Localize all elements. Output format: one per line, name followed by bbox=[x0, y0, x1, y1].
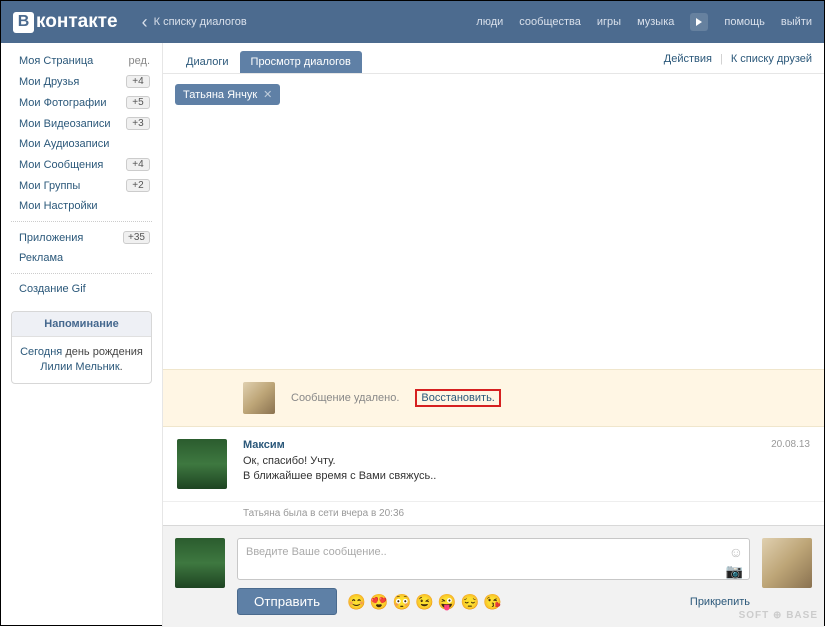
avatar-self[interactable] bbox=[175, 538, 225, 588]
reminder-box: Напоминание Сегодня день рождения Лилии … bbox=[11, 311, 152, 384]
emoji-icon[interactable]: 😍 bbox=[370, 593, 389, 611]
emoji-row: 😊 😍 😳 😉 😜 😔 😘 bbox=[347, 593, 502, 611]
user-chip: Татьяна Янчук ✕ bbox=[175, 84, 280, 105]
sidebar-item-gif[interactable]: Создание Gif bbox=[1, 279, 162, 299]
emoji-icon[interactable]: 😉 bbox=[415, 593, 434, 611]
last-seen: Татьяна была в сети вчера в 20:36 bbox=[163, 501, 824, 525]
author-link[interactable]: Максим bbox=[243, 439, 285, 451]
attach-link[interactable]: Прикрепить bbox=[690, 596, 750, 608]
logo-icon: В bbox=[13, 12, 34, 33]
today-link[interactable]: Сегодня bbox=[20, 346, 62, 358]
back-to-dialogs-link[interactable]: К списку диалогов bbox=[142, 12, 247, 33]
emoji-icon[interactable]: 😳 bbox=[392, 593, 411, 611]
emoji-icon[interactable]: 😔 bbox=[461, 593, 480, 611]
logo-text: контакте bbox=[36, 11, 118, 33]
smile-icon[interactable]: ☺ bbox=[729, 544, 743, 560]
logo[interactable]: В контакте bbox=[13, 11, 118, 33]
sidebar-item-messages[interactable]: Мои Сообщения+4 bbox=[1, 154, 162, 175]
topbar: В контакте К списку диалогов люди сообще… bbox=[1, 1, 824, 43]
nav-games[interactable]: игры bbox=[597, 16, 621, 28]
tab-dialogs[interactable]: Диалоги bbox=[175, 51, 240, 73]
message-area: Сообщение удалено. Восстановить. Максим … bbox=[163, 115, 824, 627]
nav-music[interactable]: музыка bbox=[637, 16, 674, 28]
separator bbox=[11, 273, 152, 274]
play-button[interactable] bbox=[690, 13, 708, 31]
sidebar-item-audio[interactable]: Мои Аудиозаписи bbox=[1, 134, 162, 154]
badge: +3 bbox=[126, 117, 150, 130]
nav-help[interactable]: помощь bbox=[724, 16, 765, 28]
sidebar: Моя Страницаред. Мои Друзья+4 Мои Фотогр… bbox=[1, 43, 163, 627]
tabs-row: Диалоги Просмотр диалогов Действия | К с… bbox=[163, 43, 824, 74]
sidebar-item-photos[interactable]: Мои Фотографии+5 bbox=[1, 92, 162, 113]
sidebar-item-groups[interactable]: Мои Группы+2 bbox=[1, 175, 162, 196]
person-link[interactable]: Лилии Мельник bbox=[40, 361, 119, 373]
actions-link[interactable]: Действия bbox=[664, 53, 712, 65]
badge: +4 bbox=[126, 158, 150, 171]
reminder-body: Сегодня день рождения Лилии Мельник. bbox=[12, 337, 151, 383]
emoji-icon[interactable]: 😊 bbox=[347, 593, 366, 611]
top-nav: люди сообщества игры музыка помощь выйти bbox=[476, 13, 812, 31]
separator: | bbox=[720, 53, 723, 65]
avatar[interactable] bbox=[177, 439, 227, 489]
nav-communities[interactable]: сообщества bbox=[519, 16, 581, 28]
badge: +5 bbox=[126, 96, 150, 109]
camera-icon[interactable]: 📷 bbox=[726, 563, 743, 580]
watermark: SOFT ⊕ BASE bbox=[739, 610, 818, 621]
tab-dialog-view[interactable]: Просмотр диалогов bbox=[240, 51, 362, 73]
edit-link[interactable]: ред. bbox=[129, 55, 150, 67]
sidebar-item-ads[interactable]: Реклама bbox=[1, 248, 162, 268]
avatar-tiny bbox=[243, 382, 275, 414]
deleted-text: Сообщение удалено. bbox=[291, 392, 399, 404]
badge: +2 bbox=[126, 179, 150, 192]
chip-row: Татьяна Янчук ✕ bbox=[163, 74, 824, 115]
avatar-peer[interactable] bbox=[762, 538, 812, 588]
main-pane: Диалоги Просмотр диалогов Действия | К с… bbox=[163, 43, 824, 627]
badge: +35 bbox=[123, 231, 150, 244]
sidebar-item-videos[interactable]: Мои Видеозаписи+3 bbox=[1, 113, 162, 134]
friends-list-link[interactable]: К списку друзей bbox=[731, 53, 812, 65]
chip-label: Татьяна Янчук bbox=[183, 89, 257, 101]
deleted-message-row: Сообщение удалено. Восстановить. bbox=[163, 369, 824, 427]
reminder-title: Напоминание bbox=[12, 312, 151, 337]
restore-link[interactable]: Восстановить. bbox=[415, 389, 501, 407]
sidebar-item-mypage[interactable]: Моя Страницаред. bbox=[1, 51, 162, 71]
emoji-icon[interactable]: 😘 bbox=[483, 593, 502, 611]
play-icon bbox=[696, 18, 702, 26]
message-input[interactable]: Введите Ваше сообщение.. bbox=[237, 538, 750, 580]
sidebar-item-apps[interactable]: Приложения+35 bbox=[1, 227, 162, 248]
composer: Введите Ваше сообщение.. ☺ 📷 Отправить 😊… bbox=[163, 525, 824, 627]
nav-logout[interactable]: выйти bbox=[781, 16, 812, 28]
close-icon[interactable]: ✕ bbox=[263, 88, 272, 101]
message-text: Ок, спасибо! Учту. В ближайшее время с В… bbox=[243, 454, 810, 484]
nav-people[interactable]: люди bbox=[476, 16, 503, 28]
sidebar-item-friends[interactable]: Мои Друзья+4 bbox=[1, 71, 162, 92]
badge: +4 bbox=[126, 75, 150, 88]
message-date: 20.08.13 bbox=[771, 439, 810, 451]
message-row: Максим 20.08.13 Ок, спасибо! Учту. В бли… bbox=[163, 427, 824, 501]
send-button[interactable]: Отправить bbox=[237, 588, 337, 615]
sidebar-item-settings[interactable]: Мои Настройки bbox=[1, 196, 162, 216]
emoji-icon[interactable]: 😜 bbox=[438, 593, 457, 611]
separator bbox=[11, 221, 152, 222]
